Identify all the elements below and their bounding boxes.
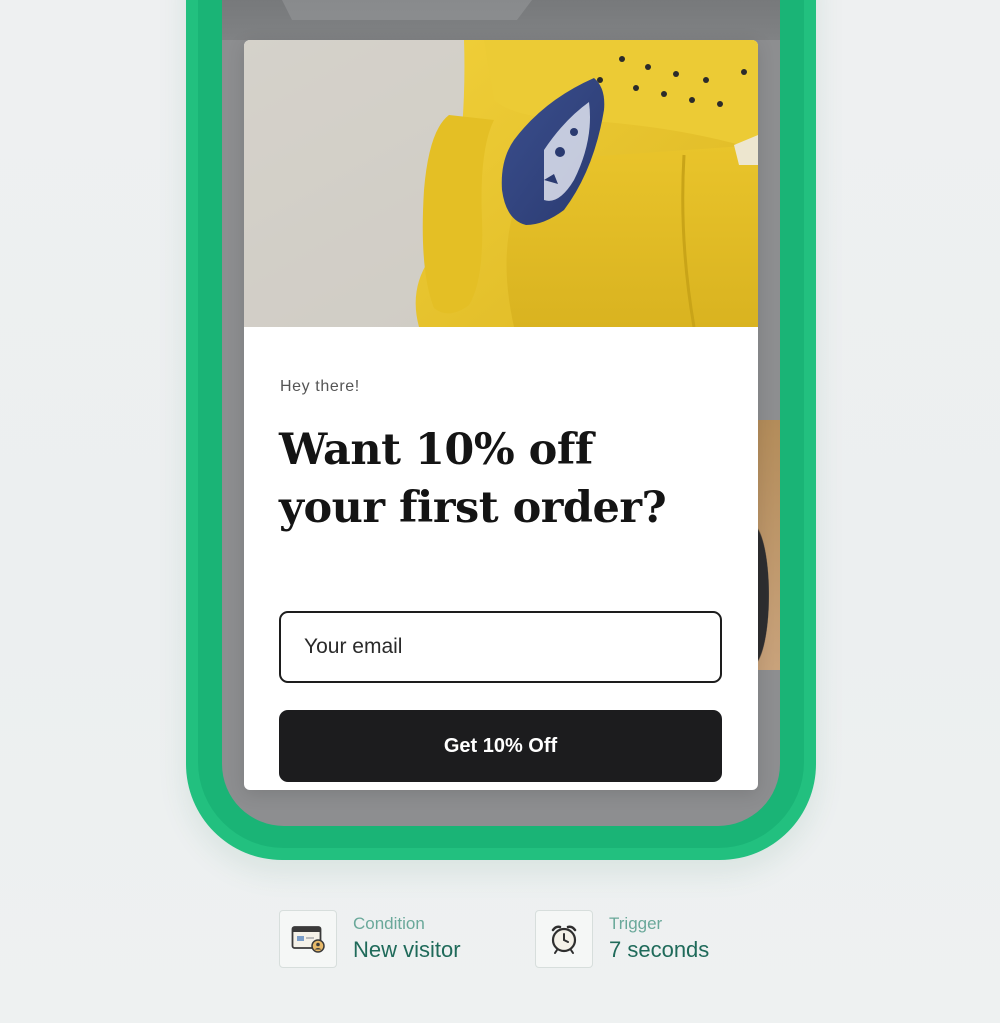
yellow-sofa-photo [244,40,758,327]
popup-body: Hey there! Want 10% off your first order… [244,327,758,790]
hero-image [244,40,758,327]
condition-meta: Condition New visitor [279,910,461,968]
email-field[interactable] [279,611,722,683]
headline-line-1: Want 10% off [279,425,593,475]
trigger-label: Trigger [609,914,663,933]
condition-value: New visitor [353,937,461,962]
trigger-value: 7 seconds [609,937,710,962]
get-discount-button[interactable]: Get 10% Off [279,710,722,782]
condition-label: Condition [353,914,425,933]
discount-popup: Hey there! Want 10% off your first order… [244,40,758,790]
alarm-clock-icon [535,910,593,968]
eyebrow-text: Hey there! [280,378,360,395]
popup-headline: Want 10% off your first order? [279,421,739,537]
trigger-meta: Trigger 7 seconds [535,910,709,968]
browser-user-icon [279,910,337,968]
background-page-shape [262,0,562,20]
headline-line-2: your first order? [279,483,667,533]
